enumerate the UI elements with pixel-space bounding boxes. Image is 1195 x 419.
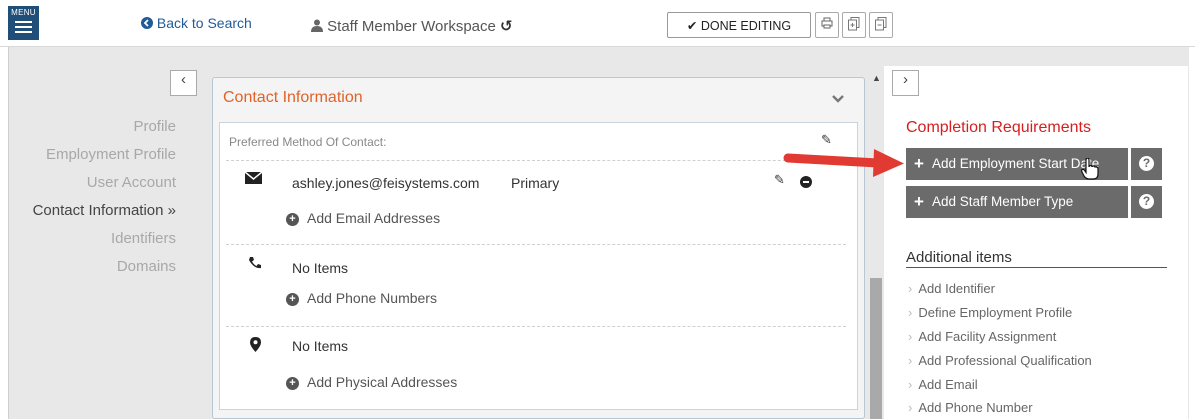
chevron-right-icon: › bbox=[908, 353, 913, 368]
add-address-link[interactable]: + Add Physical Addresses bbox=[286, 374, 457, 390]
add-staff-member-type-label: Add Staff Member Type bbox=[931, 194, 1074, 209]
nav-item-profile[interactable]: Profile bbox=[0, 118, 176, 146]
nav-item-domains[interactable]: Domains bbox=[0, 258, 176, 286]
print-icon bbox=[821, 17, 833, 29]
add-phone-link[interactable]: + Add Phone Numbers bbox=[286, 290, 437, 306]
add-address-label: Add Physical Addresses bbox=[307, 374, 458, 390]
additional-item-label: Add Identifier bbox=[918, 281, 995, 296]
additional-item-add-identifier[interactable]: › Add Identifier bbox=[908, 281, 995, 296]
nav-item-contact-information[interactable]: Contact Information » bbox=[0, 202, 176, 230]
back-to-search-label: Back to Search bbox=[156, 15, 252, 31]
workspace-title: Staff Member Workspace ↺ bbox=[311, 17, 513, 35]
collapse-icon bbox=[875, 17, 887, 31]
additional-item-label: Add Professional Qualification bbox=[918, 353, 1092, 368]
divider bbox=[226, 244, 846, 245]
panel-title: Contact Information bbox=[223, 89, 363, 106]
additional-item-add-email[interactable]: › Add Email bbox=[908, 377, 978, 392]
collapse-nav-button[interactable]: ‹ bbox=[170, 70, 197, 96]
chevron-right-icon: › bbox=[903, 71, 908, 88]
chevron-left-icon: ‹ bbox=[181, 71, 186, 88]
expand-icon bbox=[848, 17, 860, 31]
red-arrow-icon bbox=[783, 149, 904, 177]
add-staff-member-type-button[interactable]: + Add Staff Member Type bbox=[906, 186, 1128, 218]
divider bbox=[226, 326, 846, 327]
back-to-search-link[interactable]: Back to Search bbox=[141, 15, 252, 31]
print-button[interactable] bbox=[815, 12, 839, 38]
phone-icon bbox=[248, 256, 262, 275]
scroll-up-icon[interactable]: ▲ bbox=[872, 73, 881, 83]
done-editing-label: DONE EDITING bbox=[700, 19, 792, 33]
help-button[interactable]: ? bbox=[1131, 148, 1162, 180]
chevron-right-icon: › bbox=[908, 377, 913, 392]
check-icon: ✔ bbox=[686, 19, 698, 33]
nav-item-employment-profile[interactable]: Employment Profile bbox=[0, 146, 176, 174]
completion-requirements-title: Completion Requirements bbox=[906, 119, 1091, 136]
chevron-right-icon: › bbox=[908, 329, 913, 344]
scrollbar-thumb[interactable] bbox=[870, 278, 882, 419]
envelope-icon bbox=[244, 171, 263, 189]
additional-item-add-professional-qualification[interactable]: › Add Professional Qualification bbox=[908, 353, 1092, 368]
divider bbox=[226, 160, 846, 161]
help-button[interactable]: ? bbox=[1131, 186, 1162, 218]
done-editing-button[interactable]: ✔ DONE EDITING bbox=[667, 12, 811, 38]
add-email-label: Add Email Addresses bbox=[307, 210, 441, 226]
hand-cursor-icon bbox=[1081, 158, 1099, 180]
additional-item-add-facility-assignment[interactable]: › Add Facility Assignment bbox=[908, 329, 1056, 344]
section-nav: Profile Employment Profile User Account … bbox=[0, 118, 176, 286]
additional-item-label: Define Employment Profile bbox=[918, 305, 1073, 320]
divider bbox=[906, 267, 1167, 268]
pencil-icon[interactable]: ✎ bbox=[821, 132, 832, 148]
additional-item-add-phone-number[interactable]: › Add Phone Number bbox=[908, 400, 1033, 415]
additional-item-label: Add Email bbox=[918, 377, 978, 392]
plus-circle-icon: + bbox=[286, 213, 299, 226]
menu-icon bbox=[15, 21, 32, 33]
back-circle-icon bbox=[141, 17, 153, 29]
email-primary-tag: Primary bbox=[511, 175, 560, 191]
menu-button[interactable]: MENU bbox=[8, 6, 39, 40]
collapse-right-panel-button[interactable]: › bbox=[892, 70, 919, 96]
nav-item-user-account[interactable]: User Account bbox=[0, 174, 176, 202]
plus-circle-icon: + bbox=[286, 293, 299, 306]
user-icon bbox=[311, 19, 323, 32]
menu-label: MENU bbox=[11, 8, 36, 17]
expand-all-button[interactable] bbox=[842, 12, 866, 38]
collapse-all-button[interactable] bbox=[869, 12, 893, 38]
top-bar: MENU Back to Search Staff Member Workspa… bbox=[0, 0, 1195, 47]
chevron-right-icon: › bbox=[908, 281, 913, 296]
chevron-right-icon: › bbox=[908, 400, 913, 415]
map-marker-icon bbox=[250, 337, 261, 357]
plus-icon: + bbox=[914, 192, 924, 211]
chevron-right-icon: › bbox=[908, 305, 913, 320]
question-icon: ? bbox=[1139, 156, 1154, 171]
nav-item-identifiers[interactable]: Identifiers bbox=[0, 230, 176, 258]
question-icon: ? bbox=[1139, 194, 1154, 209]
additional-items-title: Additional items bbox=[906, 249, 1012, 266]
email-value: ashley.jones@feisystems.com bbox=[292, 175, 480, 191]
contact-card: Preferred Method Of Contact: ✎ ashley.jo… bbox=[219, 122, 858, 410]
workspace-title-text: Staff Member Workspace bbox=[327, 18, 496, 35]
add-email-link[interactable]: + Add Email Addresses bbox=[286, 210, 440, 226]
additional-item-label: Add Facility Assignment bbox=[918, 329, 1057, 344]
history-icon[interactable]: ↺ bbox=[500, 18, 513, 35]
preferred-contact-label: Preferred Method Of Contact: bbox=[229, 135, 387, 149]
chevron-down-icon[interactable] bbox=[832, 91, 844, 106]
address-value: No Items bbox=[292, 338, 349, 354]
plus-icon: + bbox=[914, 154, 924, 173]
plus-circle-icon: + bbox=[286, 377, 299, 390]
additional-item-label: Add Phone Number bbox=[918, 400, 1033, 415]
additional-item-define-employment-profile[interactable]: › Define Employment Profile bbox=[908, 305, 1072, 320]
contact-information-panel: Contact Information Preferred Method Of … bbox=[212, 77, 865, 419]
add-phone-label: Add Phone Numbers bbox=[307, 290, 437, 306]
phone-value: No Items bbox=[292, 260, 349, 276]
add-employment-start-date-label: Add Employment Start Date bbox=[931, 156, 1100, 171]
